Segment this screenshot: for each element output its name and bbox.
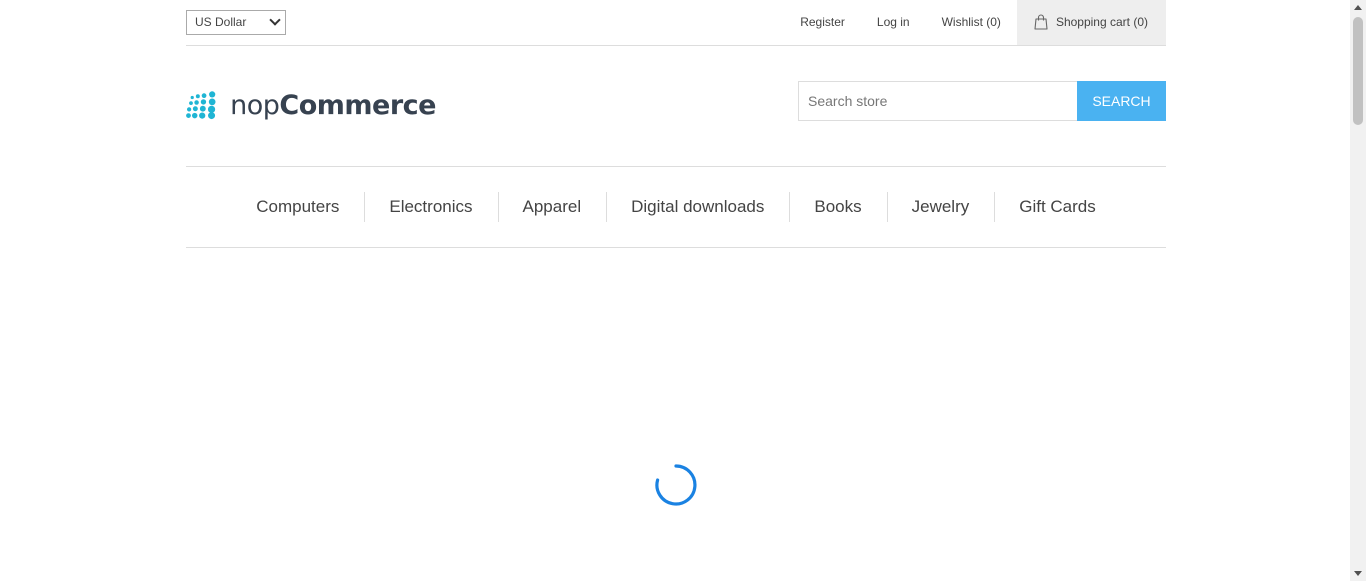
logo-dot [200, 99, 207, 105]
search-box: Search [798, 81, 1166, 121]
header-upper: US Dollar Register Log in Wishlist (0) S… [186, 0, 1166, 46]
scroll-thumb[interactable] [1353, 17, 1363, 125]
logo-dots-icon [186, 91, 216, 120]
scroll-up-arrow-icon[interactable] [1354, 5, 1362, 10]
logo-dot [208, 112, 216, 120]
logo-dot [190, 95, 194, 100]
header-links: Register Log in Wishlist (0) Shopping ca… [784, 0, 1166, 45]
menu-item-electronics[interactable]: Electronics [364, 192, 497, 222]
logo-dot [191, 112, 198, 119]
menu-item-books[interactable]: Books [789, 192, 886, 222]
menu-item-digital-downloads[interactable]: Digital downloads [606, 192, 789, 222]
loading-spinner-icon [655, 464, 697, 506]
logo-text-nop: nop [230, 89, 280, 121]
register-link[interactable]: Register [784, 0, 861, 45]
logo-text: nopCommerce [230, 92, 436, 119]
store-logo[interactable]: nopCommerce [186, 82, 436, 128]
logo-dot [207, 105, 216, 113]
logo-dot [186, 113, 191, 118]
logo-dot [192, 106, 198, 112]
logo-dot [199, 112, 206, 119]
menu-item-jewelry[interactable]: Jewelry [886, 192, 995, 222]
shopping-cart-label: Shopping cart (0) [1055, 15, 1148, 29]
shopping-bag-icon [1034, 13, 1048, 30]
page: US Dollar Register Log in Wishlist (0) S… [0, 0, 1350, 581]
currency-select[interactable]: US Dollar [186, 10, 286, 35]
top-menu: Computers Electronics Apparel Digital do… [186, 166, 1166, 248]
header-lower: nopCommerce Search [186, 46, 1166, 166]
logo-text-commerce: Commerce [279, 89, 436, 121]
logo-dot [189, 101, 193, 105]
shopping-cart-link[interactable]: Shopping cart (0) [1016, 0, 1166, 45]
logo-dot [201, 93, 207, 99]
scroll-down-arrow-icon[interactable] [1354, 571, 1362, 576]
logo-dot [195, 94, 200, 99]
vertical-scrollbar[interactable] [1350, 0, 1366, 581]
wishlist-link[interactable]: Wishlist (0) [926, 0, 1017, 45]
logo-dot [186, 107, 192, 112]
logo-dot [194, 100, 199, 105]
logo-dot [209, 91, 216, 98]
menu-item-computers[interactable]: Computers [231, 192, 364, 222]
currency-selected-value: US Dollar [195, 15, 247, 29]
logo-dot [208, 98, 216, 106]
search-button[interactable]: Search [1077, 81, 1166, 121]
logo-dot [199, 105, 206, 112]
menu-item-gift-cards[interactable]: Gift Cards [994, 192, 1121, 222]
login-link[interactable]: Log in [861, 0, 926, 45]
menu-item-apparel[interactable]: Apparel [497, 192, 607, 222]
chevron-down-icon [269, 14, 281, 26]
search-input[interactable] [798, 81, 1077, 121]
